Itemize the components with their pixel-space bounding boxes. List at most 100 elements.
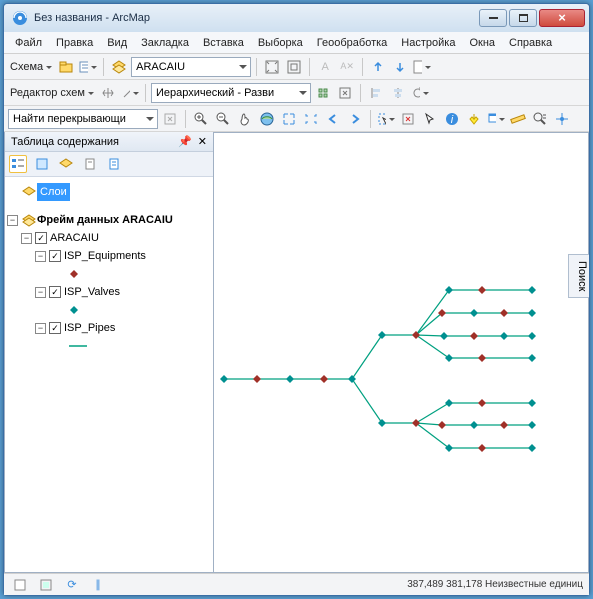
collapse-icon[interactable]: − bbox=[21, 233, 32, 244]
align-center-icon[interactable] bbox=[388, 83, 408, 103]
menu-windows[interactable]: Окна bbox=[462, 35, 502, 51]
decrease-icon[interactable] bbox=[368, 57, 388, 77]
layers-icon bbox=[21, 185, 37, 199]
edit-tool-icon[interactable] bbox=[120, 83, 140, 103]
menu-edit[interactable]: Правка bbox=[49, 35, 100, 51]
forward-icon[interactable] bbox=[345, 109, 365, 129]
apply-layout-icon[interactable] bbox=[313, 83, 333, 103]
toolbar-schema: Схема ARACAIU A A✕ bbox=[4, 54, 589, 80]
find-overlapping-combo[interactable]: Найти перекрывающи bbox=[8, 109, 158, 129]
menu-selection[interactable]: Выборка bbox=[251, 35, 310, 51]
menu-view[interactable]: Вид bbox=[100, 35, 134, 51]
window-title: Без названия - ArcMap bbox=[34, 12, 477, 24]
list-by-source-icon[interactable] bbox=[33, 155, 51, 173]
layer-combo[interactable]: ARACAIU bbox=[131, 57, 251, 77]
schema-editor-menu[interactable]: Редактор схем bbox=[8, 87, 96, 99]
menu-insert[interactable]: Вставка bbox=[196, 35, 251, 51]
layout-view-icon[interactable] bbox=[36, 575, 56, 595]
schema-dropdown-icon[interactable] bbox=[78, 57, 98, 77]
toolbar-editor: Редактор схем Иерархический - Разви bbox=[4, 80, 589, 106]
toolbar-nav: Найти перекрывающи i bbox=[4, 106, 589, 132]
data-view-icon[interactable] bbox=[10, 575, 30, 595]
layout-props-icon[interactable] bbox=[335, 83, 355, 103]
search-tab[interactable]: Поиск bbox=[568, 254, 589, 298]
zoom-out-icon[interactable] bbox=[213, 109, 233, 129]
menu-geoprocessing[interactable]: Геообработка bbox=[310, 35, 395, 51]
checkbox-icon[interactable]: ✓ bbox=[49, 250, 61, 262]
collapse-icon[interactable]: − bbox=[35, 323, 46, 334]
html-popup-icon[interactable] bbox=[486, 109, 506, 129]
tree-layer-valves[interactable]: − ✓ ISP_Valves bbox=[7, 283, 211, 301]
refresh-icon[interactable]: ⟳ bbox=[62, 575, 82, 595]
schema-menu[interactable]: Схема bbox=[8, 61, 54, 73]
list-by-selection-icon[interactable] bbox=[81, 155, 99, 173]
clear-selection-icon[interactable] bbox=[398, 109, 418, 129]
rotate-icon[interactable] bbox=[410, 83, 430, 103]
toc-close-icon[interactable]: ✕ bbox=[198, 135, 207, 148]
edit-move-icon[interactable] bbox=[98, 83, 118, 103]
tree-symbol bbox=[7, 337, 211, 355]
layer-icon[interactable] bbox=[109, 57, 129, 77]
pause-icon[interactable]: ∥ bbox=[88, 575, 108, 595]
find-icon[interactable] bbox=[530, 109, 550, 129]
collapse-icon[interactable]: − bbox=[35, 287, 46, 298]
tree-root[interactable]: Слои bbox=[7, 183, 211, 201]
hyperlink-icon[interactable] bbox=[464, 109, 484, 129]
window-titlebar: Без названия - ArcMap × bbox=[4, 4, 589, 32]
pointer-icon[interactable] bbox=[420, 109, 440, 129]
menu-customize[interactable]: Настройка bbox=[394, 35, 462, 51]
identify-icon[interactable]: i bbox=[442, 109, 462, 129]
map-view[interactable] bbox=[214, 132, 589, 573]
table-of-contents-panel: Таблица содержания 📌 ✕ Слои − bbox=[4, 132, 214, 573]
measure-icon[interactable] bbox=[508, 109, 528, 129]
align-left-icon[interactable] bbox=[366, 83, 386, 103]
menu-bar: Файл Правка Вид Закладка Вставка Выборка… bbox=[4, 32, 589, 54]
menu-bookmark[interactable]: Закладка bbox=[134, 35, 196, 51]
label-a-icon[interactable]: A bbox=[315, 57, 335, 77]
coordinates-display: 387,489 381,178 Неизвестные единиц bbox=[407, 579, 583, 590]
diamond-red-icon bbox=[69, 269, 79, 279]
select-features-icon[interactable] bbox=[376, 109, 396, 129]
line-green-icon bbox=[69, 343, 87, 349]
menu-help[interactable]: Справка bbox=[502, 35, 559, 51]
tree-symbol bbox=[7, 301, 211, 319]
zoom-in-icon[interactable] bbox=[191, 109, 211, 129]
list-by-visibility-icon[interactable] bbox=[57, 155, 75, 173]
options-icon[interactable] bbox=[105, 155, 123, 173]
back-icon[interactable] bbox=[323, 109, 343, 129]
clear-find-icon[interactable] bbox=[160, 109, 180, 129]
label-ax-icon[interactable]: A✕ bbox=[337, 57, 357, 77]
minimize-button[interactable] bbox=[479, 9, 507, 27]
maximize-button[interactable] bbox=[509, 9, 537, 27]
close-button[interactable]: × bbox=[539, 9, 585, 27]
go-to-xy-icon[interactable] bbox=[552, 109, 572, 129]
menu-file[interactable]: Файл bbox=[8, 35, 49, 51]
toc-pin-icon[interactable]: 📌 bbox=[178, 135, 192, 148]
open-schema-icon[interactable] bbox=[56, 57, 76, 77]
tree-layer-equipments[interactable]: − ✓ ISP_Equipments bbox=[7, 247, 211, 265]
collapse-icon[interactable]: − bbox=[7, 215, 18, 226]
tree-layer-aracaiu[interactable]: − ✓ ARACAIU bbox=[7, 229, 211, 247]
collapse-icon[interactable]: − bbox=[35, 251, 46, 262]
fixed-zoom-in-icon[interactable] bbox=[279, 109, 299, 129]
status-bar: ⟳ ∥ 387,489 381,178 Неизвестные единиц bbox=[4, 573, 589, 595]
full-extent-icon[interactable] bbox=[257, 109, 277, 129]
toc-title-text: Таблица содержания bbox=[11, 136, 178, 148]
tree-layer-pipes[interactable]: − ✓ ISP_Pipes bbox=[7, 319, 211, 337]
checkbox-icon[interactable]: ✓ bbox=[49, 286, 61, 298]
increase-icon[interactable] bbox=[390, 57, 410, 77]
fit2-icon[interactable] bbox=[284, 57, 304, 77]
fixed-zoom-out-icon[interactable] bbox=[301, 109, 321, 129]
layout-combo[interactable]: Иерархический - Разви bbox=[151, 83, 311, 103]
checkbox-icon[interactable]: ✓ bbox=[49, 322, 61, 334]
list-by-drawing-icon[interactable] bbox=[9, 155, 27, 173]
toc-titlebar: Таблица содержания 📌 ✕ bbox=[5, 132, 213, 152]
toc-tree[interactable]: Слои − Фрейм данных ARACAIU − ✓ ARACAIU … bbox=[5, 177, 213, 572]
pan-icon[interactable] bbox=[235, 109, 255, 129]
diamond-teal-icon bbox=[69, 305, 79, 315]
tree-dataframe[interactable]: − Фрейм данных ARACAIU bbox=[7, 211, 211, 229]
page-icon[interactable] bbox=[412, 57, 432, 77]
checkbox-icon[interactable]: ✓ bbox=[35, 232, 47, 244]
fit-icon[interactable] bbox=[262, 57, 282, 77]
schematic-diagram bbox=[214, 133, 574, 573]
